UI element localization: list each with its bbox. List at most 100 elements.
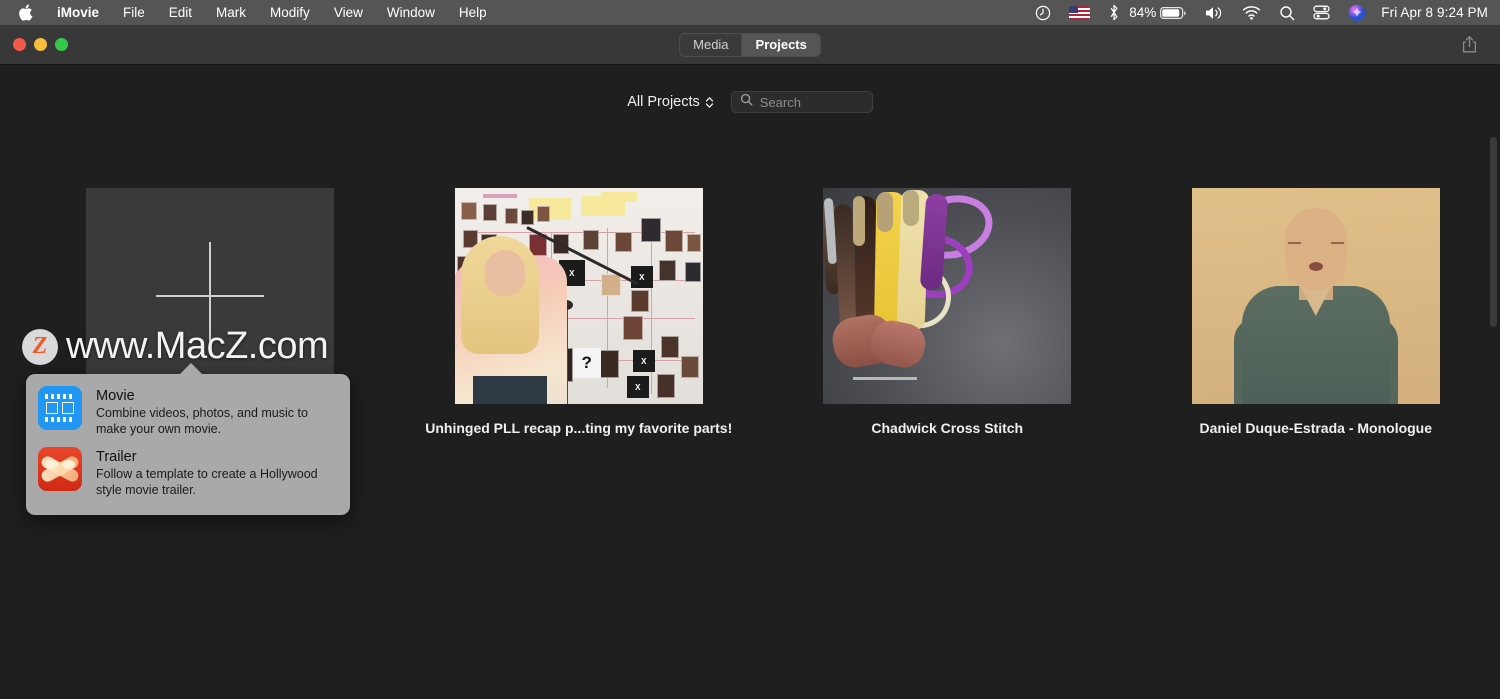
project-thumbnail-image[interactable] [1191, 188, 1440, 404]
minimize-button[interactable] [34, 38, 47, 51]
menu-item-help[interactable]: Help [447, 0, 499, 25]
new-project-popover: Movie Combine videos, photos, and music … [26, 363, 350, 515]
board-photo [656, 374, 675, 398]
person-jeans [472, 376, 547, 404]
macos-menu-bar: iMovie File Edit Mark Modify View Window… [0, 0, 1500, 25]
ruler [853, 377, 918, 380]
apple-logo-icon[interactable] [14, 4, 47, 21]
menu-item-view[interactable]: View [322, 0, 375, 25]
board-x-card: X [632, 350, 655, 372]
popover-option-title: Trailer [96, 449, 137, 465]
board-photo [614, 232, 632, 252]
movie-filmstrip-icon [38, 386, 82, 430]
menu-item-imovie[interactable]: iMovie [47, 0, 111, 25]
project-thumbnail-wrap: X X X X ? [454, 188, 703, 404]
popover-option-description: Combine videos, photos, and music to mak… [96, 406, 308, 436]
project-cell[interactable]: Chadwick Cross Stitch [763, 188, 1132, 436]
board-photo [582, 230, 599, 250]
board-photo [520, 210, 534, 225]
board-photo [536, 206, 550, 222]
search-input[interactable] [759, 94, 864, 110]
project-thumbnail-image[interactable]: X X X X ? [454, 188, 703, 404]
vertical-scrollbar[interactable] [1490, 137, 1497, 327]
project-thumbnail-wrap [823, 188, 1072, 404]
tab-projects[interactable]: Projects [742, 33, 820, 56]
popover-option-trailer[interactable]: Trailer Follow a template to create a Ho… [38, 447, 336, 498]
popover-option-title: Movie [96, 388, 135, 404]
popover-option-text: Trailer Follow a template to create a Ho… [96, 447, 336, 498]
person-head [1284, 208, 1347, 290]
board-note [528, 198, 571, 220]
person-brow-left [1287, 242, 1301, 244]
menu-bar-items: iMovie File Edit Mark Modify View Window… [14, 0, 499, 25]
board-note [482, 194, 517, 198]
search-field[interactable] [730, 91, 873, 113]
speaker-icon[interactable] [1196, 0, 1233, 25]
close-button[interactable] [13, 38, 26, 51]
popover-option-movie[interactable]: Movie Combine videos, photos, and music … [38, 386, 336, 437]
new-project-tile[interactable] [86, 188, 335, 404]
board-photo [600, 274, 621, 296]
menu-item-window[interactable]: Window [375, 0, 447, 25]
menu-item-edit[interactable]: Edit [157, 0, 204, 25]
board-x-card: X [630, 266, 653, 288]
menu-item-mark[interactable]: Mark [204, 0, 258, 25]
person-mouth [1308, 262, 1323, 271]
window-toolbar: Media Projects [0, 25, 1500, 65]
control-center-icon[interactable] [1304, 0, 1339, 25]
menu-item-modify[interactable]: Modify [258, 0, 322, 25]
floss-label [853, 196, 866, 246]
menu-bar-clock[interactable]: Fri Apr 8 9:24 PM [1375, 5, 1488, 20]
popover-option-text: Movie Combine videos, photos, and music … [96, 386, 336, 437]
media-projects-segmented-control: Media Projects [679, 32, 821, 57]
popover-option-description: Follow a template to create a Hollywood … [96, 467, 318, 497]
board-question-card: ? [572, 348, 601, 378]
project-title: Unhinged PLL recap p...ting my favorite … [425, 420, 733, 436]
board-x-card: X [626, 376, 649, 398]
bluetooth-icon[interactable] [1099, 0, 1129, 25]
board-photo [686, 234, 701, 252]
board-photo [504, 208, 518, 224]
wifi-icon[interactable] [1233, 0, 1270, 25]
siri-icon[interactable] [1339, 0, 1375, 25]
chevron-up-down-icon [705, 96, 714, 109]
plus-icon-horizontal [156, 295, 265, 297]
imovie-window: iMovie File Edit Mark Modify View Window… [0, 0, 1500, 699]
board-photo [684, 262, 701, 282]
project-cell[interactable]: X X X X ? Unhinged PLL recap p...ting my… [395, 188, 764, 436]
person-face [484, 250, 525, 296]
clock-history-icon[interactable] [1026, 0, 1060, 25]
project-title: Chadwick Cross Stitch [871, 420, 1024, 436]
battery-icon[interactable] [1160, 0, 1196, 25]
board-photo [630, 290, 649, 312]
board-photo [622, 316, 643, 340]
board-photo [660, 336, 679, 358]
battery-percent-label: 84% [1129, 5, 1157, 20]
board-photo [658, 260, 676, 281]
search-icon[interactable] [1270, 0, 1304, 25]
board-photo [640, 218, 661, 242]
menu-bar-status-items: 84% Fri Apr 8 9:24 PM [1026, 0, 1492, 25]
projects-filter-bar: All Projects [0, 91, 1500, 113]
project-thumbnail-wrap [1191, 188, 1440, 404]
board-photo [460, 202, 477, 220]
trailer-searchlight-icon [38, 447, 82, 491]
project-cell[interactable]: Daniel Duque-Estrada - Monologue [1132, 188, 1500, 436]
window-controls [0, 38, 68, 51]
floss-label [903, 190, 920, 226]
all-projects-label: All Projects [627, 94, 700, 110]
board-note [600, 192, 637, 202]
all-projects-popup-button[interactable]: All Projects [627, 94, 714, 110]
project-title: Daniel Duque-Estrada - Monologue [1199, 420, 1433, 436]
board-photo [680, 356, 699, 378]
us-flag-icon[interactable] [1060, 0, 1099, 25]
board-photo [482, 204, 497, 221]
floss-label [877, 192, 894, 232]
zoom-button[interactable] [55, 38, 68, 51]
project-thumbnail-image[interactable] [823, 188, 1072, 404]
create-new-project-button[interactable] [86, 188, 335, 404]
menu-item-file[interactable]: File [111, 0, 157, 25]
tab-media[interactable]: Media [680, 34, 741, 56]
person-brow-right [1330, 242, 1344, 244]
share-icon[interactable] [1456, 32, 1482, 58]
